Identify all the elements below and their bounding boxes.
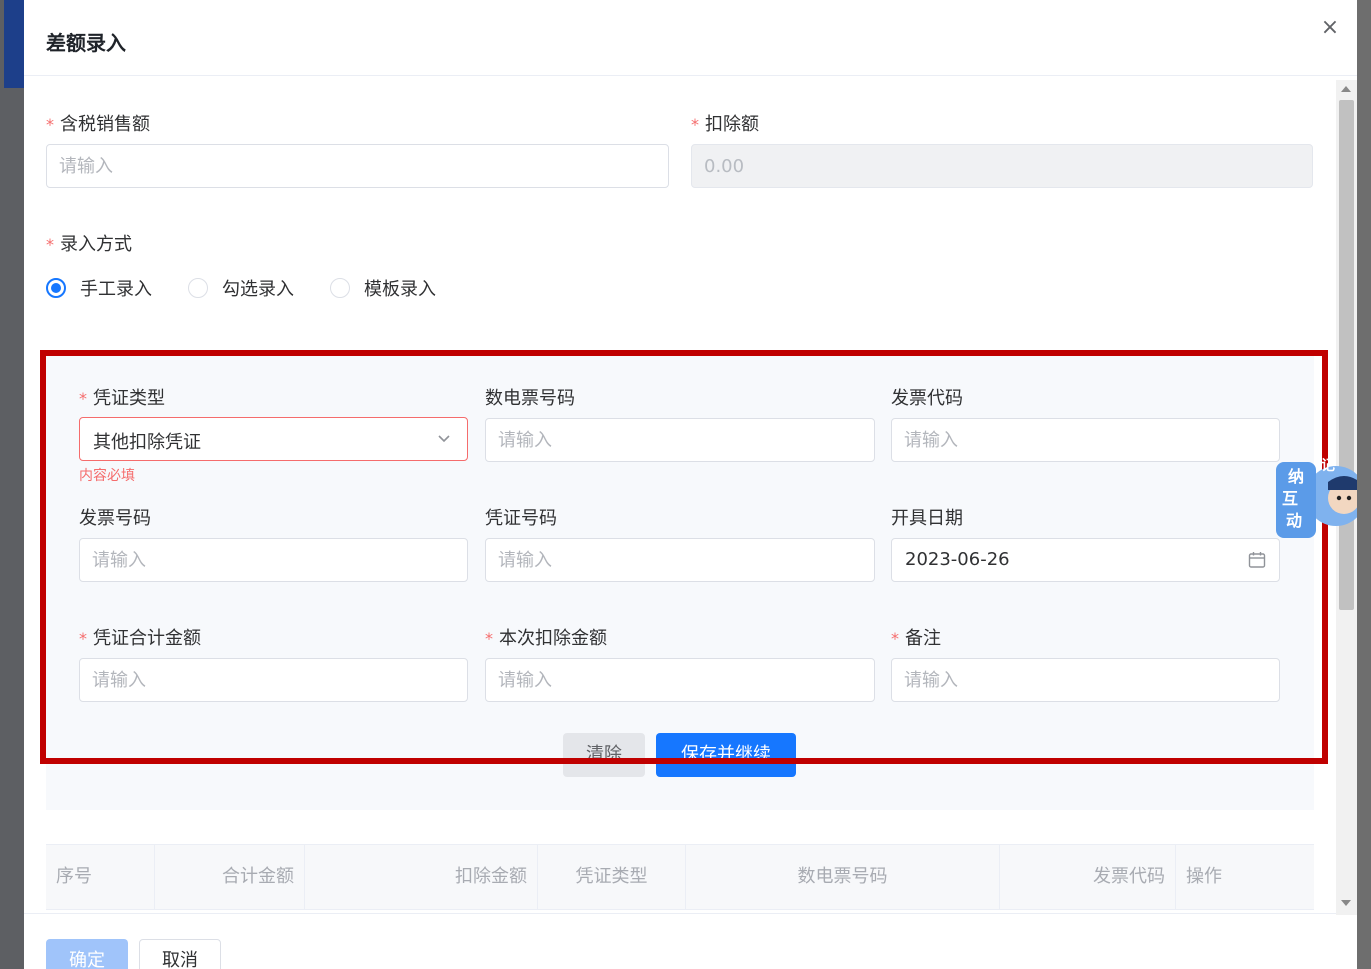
save-and-continue-button[interactable]: 保存并继续 xyxy=(656,733,796,777)
radio-template-entry[interactable]: 模板录入 xyxy=(330,275,436,301)
required-mark: * xyxy=(485,629,493,648)
issue-date-picker[interactable]: 2023-06-26 xyxy=(891,538,1280,582)
invoice-no-label: 发票号码 xyxy=(79,508,151,529)
radio-circle-icon xyxy=(330,278,350,298)
sales-amount-label: * 含税销售额 xyxy=(46,114,150,135)
deduct-amount-label: * 本次扣除金额 xyxy=(485,628,607,649)
scroll-down-arrow-icon[interactable] xyxy=(1341,900,1351,906)
deduct-amount-total-label: * 扣除额 xyxy=(691,114,759,135)
footer-divider xyxy=(24,913,1357,914)
digital-invoice-no-label: 数电票号码 xyxy=(485,388,575,409)
entry-mode-label: * 录入方式 xyxy=(46,234,132,255)
voucher-total-input[interactable] xyxy=(79,658,468,702)
deduct-amount-total-input xyxy=(691,144,1313,188)
issue-date-label: 开具日期 xyxy=(891,508,963,529)
chevron-down-icon xyxy=(438,435,450,443)
radio-circle-icon xyxy=(46,278,66,298)
invoice-no-input[interactable] xyxy=(79,538,468,582)
column-header-total-amount: 合计金额 xyxy=(155,845,305,909)
remark-input[interactable] xyxy=(891,658,1280,702)
required-mark: * xyxy=(891,629,899,648)
difference-entry-dialog: 差额录入 × *含税销售额 *扣除额 *录入方式 手工录入 勾选录入 模板录入 … xyxy=(24,0,1357,969)
dialog-title: 差额录入 xyxy=(46,31,126,55)
assistant-text-3: 动 xyxy=(1286,511,1302,530)
assistant-text-2: 互 xyxy=(1282,489,1298,508)
sales-amount-input[interactable] xyxy=(46,144,669,188)
backdrop xyxy=(0,0,24,969)
assistant-text-4: 记 xyxy=(1321,458,1335,474)
issue-date-value: 2023-06-26 xyxy=(905,549,1010,570)
voucher-type-label: * 凭证类型 xyxy=(79,388,165,409)
voucher-total-label: * 凭证合计金额 xyxy=(79,628,201,649)
voucher-table-header: 序号 合计金额 扣除金额 凭证类型 数电票号码 发票代码 操作 xyxy=(46,844,1314,910)
close-icon[interactable]: × xyxy=(1318,14,1342,42)
invoice-code-label: 发票代码 xyxy=(891,388,963,409)
dialog-header: 差额录入 × xyxy=(24,0,1357,76)
column-header-actions: 操作 xyxy=(1186,866,1222,887)
radio-manual-entry[interactable]: 手工录入 xyxy=(46,275,152,301)
assistant-mascot-icon: 纳 互 动 记 xyxy=(1276,458,1357,538)
clear-button[interactable]: 清除 xyxy=(563,733,645,777)
required-mark: * xyxy=(46,115,54,134)
radio-circle-icon xyxy=(188,278,208,298)
digital-invoice-no-input[interactable] xyxy=(485,418,875,462)
cancel-button[interactable]: 取消 xyxy=(139,939,221,969)
scroll-up-arrow-icon[interactable] xyxy=(1341,86,1351,92)
assistant-text-1: 纳 xyxy=(1288,467,1304,486)
backdrop-nav-strip xyxy=(4,0,24,88)
invoice-code-input[interactable] xyxy=(891,418,1280,462)
column-header-digital-invoice-no: 数电票号码 xyxy=(686,845,1000,909)
radio-checkbox-entry[interactable]: 勾选录入 xyxy=(188,275,294,301)
column-header-voucher-type: 凭证类型 xyxy=(538,845,686,909)
calendar-icon xyxy=(1248,552,1266,568)
voucher-no-input[interactable] xyxy=(485,538,875,582)
required-mark: * xyxy=(46,235,54,254)
required-mark: * xyxy=(79,389,87,408)
confirm-button[interactable]: 确定 xyxy=(46,939,128,969)
required-mark: * xyxy=(79,629,87,648)
column-header-index: 序号 xyxy=(46,845,155,909)
column-header-deduct-amount: 扣除金额 xyxy=(305,845,538,909)
voucher-no-label: 凭证号码 xyxy=(485,508,557,529)
column-header-invoice-code: 发票代码 xyxy=(1000,845,1176,909)
voucher-type-value: 其他扣除凭证 xyxy=(93,432,201,453)
tax-assistant-widget[interactable]: 纳 互 动 记 xyxy=(1276,452,1357,538)
voucher-type-error: 内容必填 xyxy=(79,468,135,484)
deduct-amount-input[interactable] xyxy=(485,658,875,702)
remark-label: * 备注 xyxy=(891,628,941,649)
voucher-type-select[interactable]: 其他扣除凭证 xyxy=(79,417,468,461)
required-mark: * xyxy=(691,115,699,134)
